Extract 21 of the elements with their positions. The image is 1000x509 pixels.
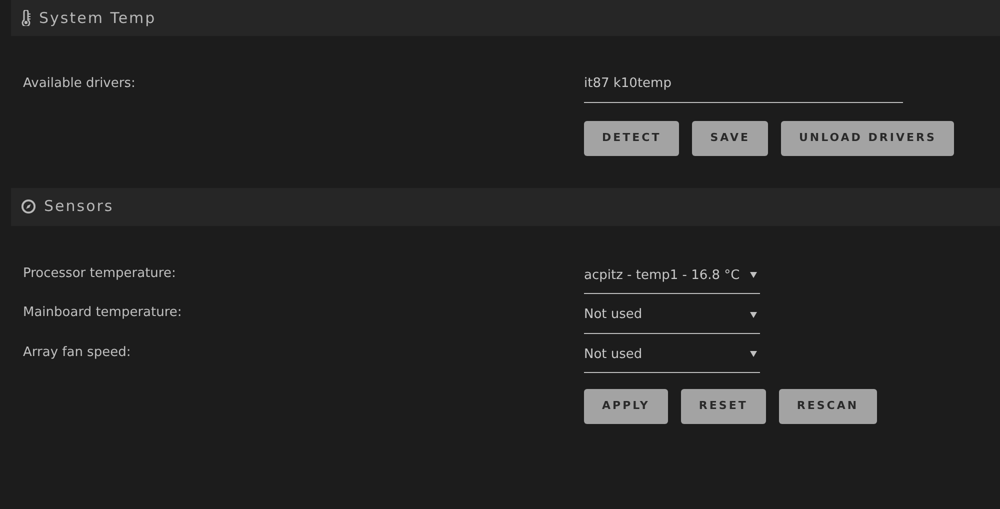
section-title: System Temp (39, 8, 156, 29)
dropdown[interactable]: acpitz - temp1 - 16.8 °C (584, 262, 760, 294)
field-label: Mainboard temperature: (23, 304, 183, 322)
dropdown[interactable]: Not used (584, 340, 760, 373)
dropdown[interactable]: Not used (584, 301, 760, 334)
input-field[interactable]: it87 k10temp (584, 72, 903, 102)
field-label: Processor temperature: (23, 264, 177, 282)
thermometer-icon (21, 10, 31, 26)
caret-icon (750, 312, 757, 318)
section-title: Sensors (44, 196, 114, 218)
action-button[interactable]: RESET (680, 389, 766, 424)
field-label: Available drivers: (23, 75, 136, 93)
action-button[interactable]: RESCAN (778, 389, 877, 424)
caret-icon (750, 272, 757, 278)
caret-icon (750, 351, 757, 358)
action-button[interactable]: UNLOAD DRIVERS (780, 120, 954, 156)
compass-icon (21, 199, 36, 214)
field-label: Array fan speed: (23, 344, 132, 362)
action-button[interactable]: SAVE (692, 120, 768, 156)
action-button[interactable]: APPLY (584, 389, 668, 424)
action-button[interactable]: DETECT (584, 120, 680, 156)
